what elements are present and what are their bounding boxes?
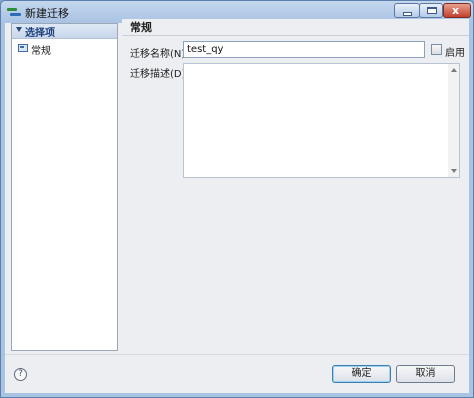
minimize-button[interactable]	[394, 3, 420, 18]
tree-item-label: 常规	[31, 46, 51, 57]
general-page: 常规 迁移名称(N): 启用 迁移描述(D):	[122, 19, 469, 354]
maximize-button[interactable]	[419, 3, 443, 18]
help-icon[interactable]: ?	[14, 368, 27, 381]
close-button[interactable]: x	[443, 3, 471, 18]
dialog-window: 新建迁移 x 选择项 常规 常规 迁移名称(N): test_qy 启用 迁移描…	[0, 0, 474, 398]
scroll-up-icon[interactable]	[451, 68, 457, 72]
enable-label[interactable]: 启用	[445, 44, 465, 59]
ok-button[interactable]: 确定	[332, 365, 391, 383]
page-title: 常规	[130, 21, 152, 34]
dialog-client-area: 选择项 常规 常规 迁移名称(N): 启用 迁移描述(D):	[5, 19, 469, 393]
cancel-button[interactable]: 取消	[396, 365, 455, 383]
name-label: 迁移名称(N):	[130, 49, 189, 60]
window-title: 新建迁移	[25, 7, 69, 20]
enable-checkbox[interactable]	[431, 44, 442, 55]
description-label: 迁移描述(D):	[130, 69, 189, 80]
scroll-down-icon[interactable]	[451, 169, 457, 173]
title-divider	[122, 35, 469, 36]
app-icon	[7, 6, 21, 18]
options-header[interactable]: 选择项	[12, 24, 117, 39]
maximize-icon	[427, 7, 437, 14]
description-scrollbar[interactable]	[448, 64, 459, 177]
collapse-triangle-icon	[16, 27, 22, 32]
minimize-icon	[403, 12, 412, 16]
description-textarea[interactable]	[183, 63, 460, 178]
footer-divider	[5, 354, 469, 355]
options-panel: 选择项 常规	[11, 23, 118, 351]
close-icon: x	[452, 4, 460, 17]
tree-item-general[interactable]: 常规	[16, 42, 111, 57]
page-icon	[18, 44, 28, 52]
options-header-label: 选择项	[25, 28, 55, 39]
name-input[interactable]	[183, 41, 425, 58]
